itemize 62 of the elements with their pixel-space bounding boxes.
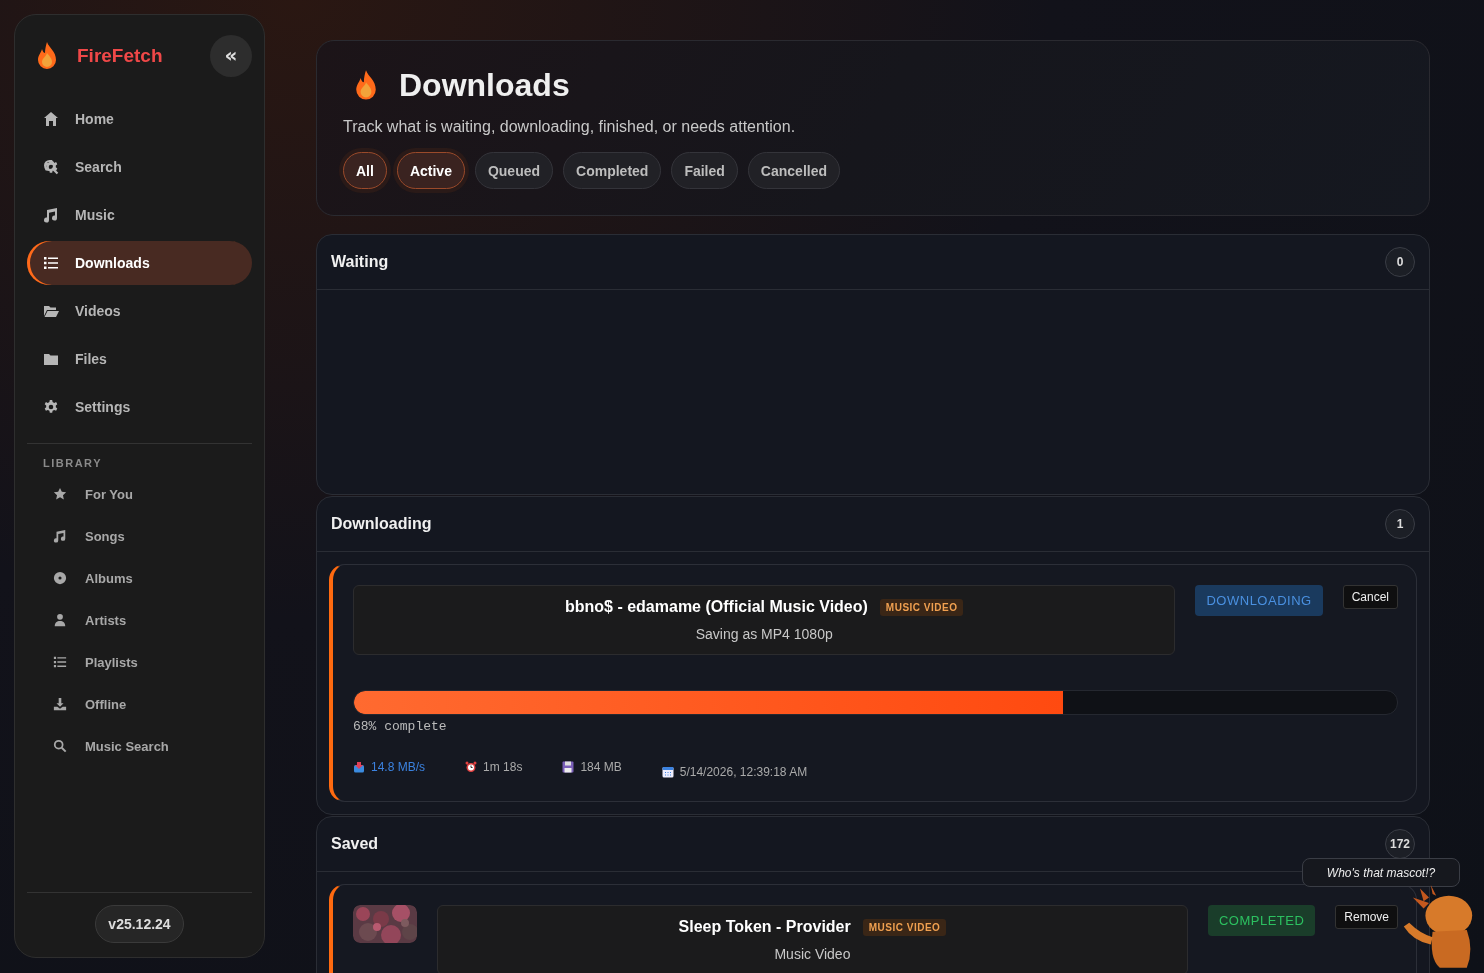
folder-open-icon <box>43 303 59 319</box>
nav-item[interactable]: Music <box>27 193 252 237</box>
filter-chip[interactable]: Completed <box>563 152 662 189</box>
collapse-button[interactable]: « <box>210 35 252 77</box>
nav-item[interactable]: Videos <box>27 289 252 333</box>
library-item[interactable]: Artists <box>27 603 252 637</box>
stat-text: 5/14/2026, 12:39:18 AM <box>679 765 808 779</box>
alarm-clock-icon <box>465 761 478 773</box>
progress-text: 68% complete <box>353 719 448 734</box>
nav-item[interactable]: Home <box>27 97 252 141</box>
nav-item[interactable]: Downloads <box>27 241 252 285</box>
filter-chip[interactable]: Queued <box>474 152 554 189</box>
folder-icon <box>43 351 59 367</box>
count-badge: 172 <box>1385 829 1415 859</box>
section-title: Downloading <box>331 515 432 533</box>
library-item[interactable]: Playlists <box>27 645 252 679</box>
library-item[interactable]: Offline <box>27 687 252 721</box>
flame-icon <box>35 41 59 71</box>
section-title: Waiting <box>331 253 389 271</box>
library-item[interactable]: Music Search <box>27 729 252 763</box>
status-badge: DOWNLOADING <box>1195 585 1323 616</box>
type-tag: MUSIC VIDEO <box>862 918 947 936</box>
section-heading: LIBRARY <box>42 456 103 471</box>
version-badge: v25.12.24 <box>95 905 184 943</box>
item-title: Sleep Token - Provider <box>678 918 851 936</box>
action-button[interactable]: Cancel <box>1342 585 1398 609</box>
flame-icon <box>353 69 379 102</box>
nav-item[interactable]: Search <box>27 145 252 189</box>
nav-item[interactable]: Files <box>27 337 252 381</box>
music-icon <box>53 529 67 543</box>
action-button[interactable]: Remove <box>1335 905 1398 929</box>
tooltip: Who's that mascot!? <box>1302 858 1460 887</box>
item-subtitle: Music Video <box>774 946 851 962</box>
inbox-download-icon <box>353 761 365 773</box>
brand-name: FireFetch <box>77 45 164 67</box>
filter-chip[interactable]: Failed <box>671 152 738 189</box>
gear-icon <box>43 399 59 415</box>
page-subtitle: Track what is waiting, downloading, finished, or needs attention. <box>343 118 797 136</box>
stat-text: 184 MB <box>580 760 622 774</box>
library-item[interactable]: For You <box>27 477 252 511</box>
library-item[interactable]: Albums <box>27 561 252 595</box>
status-badge: COMPLETED <box>1207 905 1316 936</box>
count-badge: 0 <box>1385 247 1415 277</box>
type-tag: MUSIC VIDEO <box>879 598 964 616</box>
list-icon <box>53 655 67 669</box>
star-icon <box>53 487 67 501</box>
download-icon <box>53 697 67 711</box>
calendar-icon <box>661 766 674 778</box>
home-icon <box>43 111 59 127</box>
item-title: bbno$ - edamame (Official Music Video) <box>565 598 868 616</box>
music-icon <box>43 207 59 223</box>
section-title: Saved <box>331 835 379 853</box>
library-item[interactable]: Songs <box>27 519 252 553</box>
page-title: Downloads <box>399 67 570 104</box>
count-badge: 1 <box>1385 509 1415 539</box>
stat-text: 1m 18s <box>483 760 523 774</box>
person-icon <box>53 613 67 627</box>
stat-text: 14.8 MB/s <box>371 760 426 774</box>
filter-chip[interactable]: Cancelled <box>747 152 840 189</box>
nav-item[interactable]: Settings <box>27 385 252 429</box>
item-subtitle: Saving as MP4 1080p <box>695 626 833 642</box>
list-icon <box>43 255 59 271</box>
